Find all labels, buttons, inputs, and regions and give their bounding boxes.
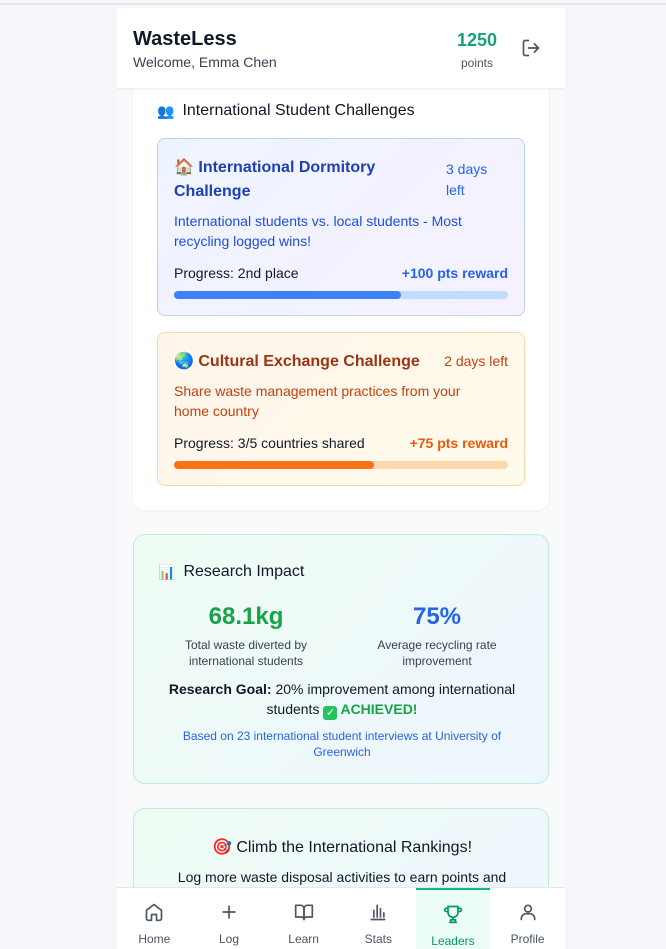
climb-description: Log more waste disposal activities to ea…: [177, 869, 507, 885]
nav-item-learn[interactable]: Learn: [266, 888, 341, 949]
international-challenges-card: 👥 International Student Challenges 🏠 Int…: [133, 88, 549, 510]
app-header: WasteLess Welcome, Emma Chen 1250 points: [117, 8, 565, 88]
nav-label: Home: [138, 932, 171, 946]
goal-label: Research Goal:: [168, 681, 272, 697]
bar-chart-emoji-icon: 📊: [158, 563, 176, 580]
stat-value: 75%: [412, 603, 462, 630]
research-impact-card: 📊 Research Impact 68.1kg Total waste div…: [133, 534, 549, 784]
nav-item-leaders[interactable]: Leaders: [415, 888, 491, 949]
challenge-time-left: 2 days left: [444, 353, 508, 369]
climb-title: 🎯 Climb the International Rankings!: [134, 837, 550, 857]
progress-bar-track: [174, 461, 508, 469]
nav-label: Log: [218, 932, 239, 946]
challenges-title-text: International Student Challenges: [182, 102, 415, 119]
plus-icon: [222, 905, 236, 919]
trophy-icon: [443, 905, 463, 924]
nav-item-log[interactable]: Log: [192, 888, 267, 949]
challenge-title-text: International Dormitory Challenge: [174, 159, 376, 200]
target-emoji-icon: 🎯: [211, 839, 232, 856]
progress-bar-fill: [174, 461, 375, 469]
points-value: 1250: [456, 30, 498, 50]
progress-bar-track: [174, 291, 508, 299]
nav-item-stats[interactable]: Stats: [341, 888, 416, 949]
app-shell: WasteLess Welcome, Emma Chen 1250 points…: [117, 8, 565, 949]
user-icon: [520, 904, 536, 921]
challenge-reward: +100 pts reward: [401, 265, 508, 281]
stat-value: 68.1kg: [208, 603, 284, 630]
nav-item-profile[interactable]: Profile: [490, 888, 565, 949]
stat-label: Average recycling rate improvement: [377, 638, 497, 668]
challenge-progress-text: Progress: 2nd place: [174, 265, 299, 281]
stat-waste-diverted: 68.1kg Total waste diverted by internati…: [161, 603, 331, 669]
app-name: WasteLess: [133, 28, 237, 50]
points-label: points: [460, 56, 494, 70]
nav-label: Leaders: [431, 934, 475, 948]
window-top-border: [0, 3, 666, 5]
goal-status: ACHIEVED!: [340, 701, 418, 717]
stat-label: Total waste diverted by international st…: [184, 638, 308, 668]
climb-title-text: Climb the International Rankings!: [236, 839, 473, 856]
house-emoji-icon: 🏠: [174, 159, 194, 176]
nav-label: Profile: [510, 932, 545, 946]
challenge-time-left: 3 days left: [446, 161, 488, 198]
book-icon: [294, 904, 313, 921]
progress-bar-fill: [174, 291, 402, 299]
research-goal: Research Goal: 20% improvement among int…: [158, 679, 526, 720]
challenge-reward: +75 pts reward: [409, 435, 508, 451]
bar-chart-icon: [370, 904, 386, 921]
nav-label: Learn: [288, 932, 319, 946]
challenge-title: 🏠 International Dormitory Challenge: [174, 156, 430, 204]
research-title-text: Research Impact: [183, 563, 305, 580]
home-icon: [145, 903, 163, 922]
nav-label: Stats: [364, 932, 392, 946]
bottom-navigation: Home Log Learn Stats Leaders Profile: [117, 887, 565, 949]
stat-recycling-rate: 75% Average recycling rate improvement: [352, 603, 522, 669]
logout-button[interactable]: [521, 38, 541, 58]
challenge-progress-text: Progress: 3/5 countries shared: [174, 435, 365, 451]
research-source-note: Based on 23 international student interv…: [182, 729, 502, 759]
people-emoji-icon: 👥: [157, 102, 175, 119]
challenge-card-cultural[interactable]: 🌏 Cultural Exchange Challenge 2 days lef…: [157, 332, 525, 486]
nav-item-home[interactable]: Home: [117, 888, 192, 949]
check-icon: ✓: [323, 706, 338, 720]
challenge-card-dormitory[interactable]: 🏠 International Dormitory Challenge 3 da…: [157, 138, 525, 316]
section-title-research: 📊 Research Impact: [158, 563, 304, 581]
logout-icon: [522, 39, 540, 57]
challenge-title-text: Cultural Exchange Challenge: [198, 353, 420, 370]
challenge-description: International students vs. local student…: [174, 213, 462, 249]
globe-emoji-icon: 🌏: [174, 353, 194, 370]
section-title-challenges: 👥 International Student Challenges: [157, 102, 415, 120]
welcome-text: Welcome, Emma Chen: [133, 54, 277, 70]
challenge-description: Share waste management practices from yo…: [174, 383, 461, 419]
challenge-title: 🌏 Cultural Exchange Challenge: [174, 350, 430, 374]
